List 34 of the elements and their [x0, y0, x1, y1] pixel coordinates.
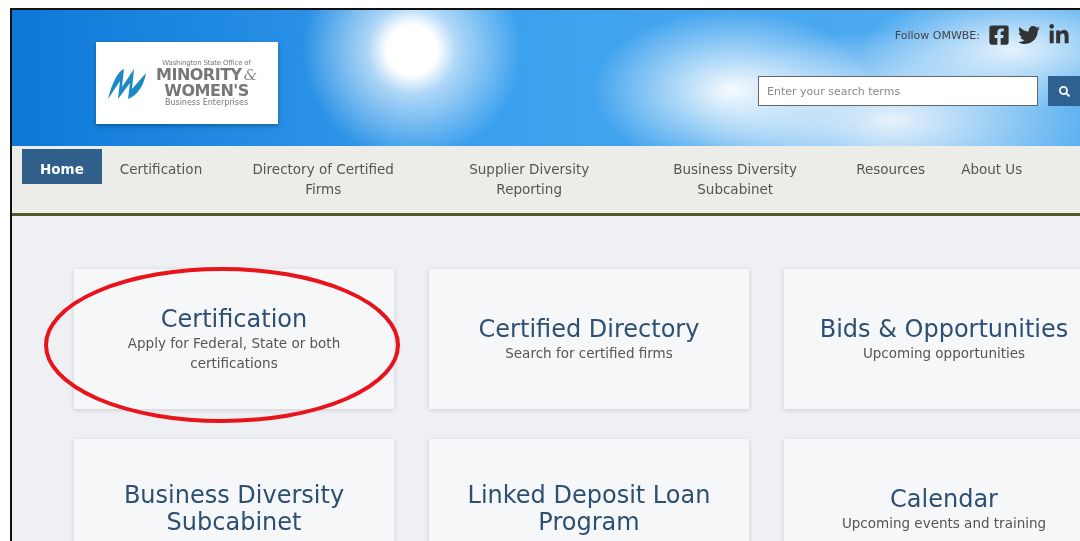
logo-text: WOMEN'S: [164, 82, 249, 99]
linkedin-icon[interactable]: [1048, 24, 1070, 46]
facebook-icon[interactable]: [988, 24, 1010, 46]
tile-title: Linked Deposit Loan Program: [466, 482, 712, 536]
tile-card[interactable]: Certification Apply for Federal, State or both certifications: [74, 269, 394, 409]
tile-subtitle: Search for certified firms: [505, 343, 673, 363]
tile-title: Business Diversity Subcabinet: [122, 482, 346, 536]
twitter-icon[interactable]: [1018, 24, 1040, 46]
nav-tab[interactable]: Certification: [101, 149, 221, 184]
nav-tab[interactable]: Directory of Certified Firms: [220, 149, 427, 204]
follow-label: Follow OMWBE:: [894, 28, 980, 42]
nav-tab[interactable]: Supplier Diversity Reporting: [426, 149, 633, 204]
tile-card[interactable]: Certified Directory Search for certified firms: [429, 269, 749, 409]
nav-tab[interactable]: Business Diversity Subcabinet: [632, 149, 839, 204]
tile-title: Calendar: [890, 485, 998, 513]
search-icon: [1058, 85, 1070, 97]
nav-tab[interactable]: Home: [22, 149, 102, 184]
tile-subtitle: Upcoming events and training: [841, 513, 1047, 533]
search-button[interactable]: [1048, 76, 1080, 106]
tile-subtitle: Upcoming opportunities: [862, 343, 1026, 363]
nav-tab[interactable]: Resources: [838, 149, 944, 184]
logo-text: MINORITY: [156, 66, 242, 83]
tile-card[interactable]: Calendar Upcoming events and training: [784, 439, 1080, 541]
tile-subtitle: Apply for Federal, State or both certifications: [126, 333, 342, 373]
tile-title: Certification: [160, 305, 308, 333]
tile-title: Bids & Opportunities: [819, 315, 1069, 343]
logo-text: Business Enterprises: [164, 98, 249, 107]
tile-card[interactable]: Business Diversity Subcabinet: [74, 439, 394, 541]
nav-tab[interactable]: About Us: [943, 149, 1041, 184]
logo-text: &: [243, 67, 257, 83]
search-field[interactable]: Enter your search terms: [758, 76, 1038, 106]
tile-title: Certified Directory: [478, 315, 700, 343]
tile-card[interactable]: Bids & Opportunities Upcoming opportunities: [784, 269, 1080, 409]
tile-card[interactable]: Linked Deposit Loan Program: [429, 439, 749, 541]
